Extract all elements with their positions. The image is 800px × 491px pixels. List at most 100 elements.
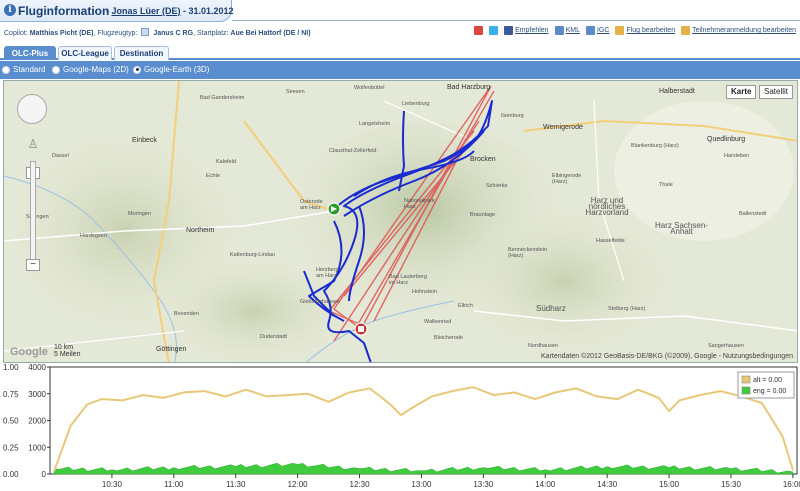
tab-bar: OLC-Plus OLC-League Destination <box>0 44 800 60</box>
edit-flight-link[interactable]: Flug bearbeiten <box>615 26 675 35</box>
view-gearth-option[interactable]: Google-Earth (3D) <box>133 65 209 74</box>
view-gmaps-radio[interactable] <box>52 65 60 74</box>
edit-registration-label: Teilnehmeranmeldung bearbeiten <box>692 27 796 34</box>
x-axis-label: 14:30 <box>597 480 618 489</box>
kml-link[interactable]: KML <box>554 26 580 35</box>
copilot-label: Copilot: <box>4 30 28 37</box>
altitude-axis-label: 2000 <box>28 417 46 426</box>
map-place-label: Thale <box>659 182 673 188</box>
x-axis-label: 14:00 <box>535 480 556 489</box>
map-place-label: Nationalpark Harz <box>404 198 435 210</box>
map-place-label: Halberstadt <box>659 88 695 95</box>
pilot-link[interactable]: Jonas Lüer (DE) <box>112 6 181 16</box>
view-standard-label: Standard <box>13 65 46 74</box>
legend-label: alt = 0.00 <box>753 377 782 384</box>
info-icon: i <box>4 4 16 16</box>
map-place-label: Kalefeld <box>216 159 236 165</box>
altitude-chart[interactable]: 0.00 0.25 0.50 0.75 1.00 0 1000 2000 3000 4000 10:… <box>0 363 800 491</box>
twitter-icon[interactable] <box>489 26 499 35</box>
map-place-label: Ilsenburg <box>501 113 524 119</box>
tab-olc-plus[interactable]: OLC-Plus <box>4 46 56 60</box>
view-gearth-radio[interactable] <box>133 65 141 74</box>
map-place-label: Herzberg am Harz <box>316 267 339 279</box>
x-axis-label: 13:00 <box>411 480 432 489</box>
map-place-label: Moringen <box>128 211 151 217</box>
map-place-label: Langelsheim <box>359 121 391 127</box>
facebook-icon <box>504 26 514 35</box>
map-region-label: Harz Sachsen-Anhalt <box>655 221 708 236</box>
pencil-icon <box>681 26 691 35</box>
view-gearth-label: Google-Earth (3D) <box>144 65 210 74</box>
map-place-label: Bovenden <box>174 311 199 317</box>
map-place-label: Osterode am Harz <box>300 199 323 211</box>
map-place-label: Bad Gandersheim <box>200 95 245 101</box>
zoom-out-button[interactable]: − <box>26 259 40 271</box>
flight-date: 31.01.2012 <box>188 6 234 16</box>
x-axis-label: 11:00 <box>164 480 184 489</box>
tab-destination[interactable]: Destination <box>114 46 169 60</box>
map-place-label: Harsleben <box>724 153 750 159</box>
map-place-label: Seesen <box>286 89 305 95</box>
map-place-label: Sangerhausen <box>708 343 744 349</box>
recommend-link[interactable]: Empfehlen <box>504 26 549 35</box>
page-title: Fluginformation <box>18 4 110 18</box>
altitude-axis-label: 0 <box>42 470 47 479</box>
copilot-value: Matthias Picht (DE) <box>29 30 94 37</box>
altitude-chart-svg: 0.00 0.25 0.50 0.75 1.00 0 1000 2000 3000 4000 10:… <box>3 363 800 489</box>
igc-label: IGC <box>596 27 610 34</box>
aircraft-value: Janus C RG <box>153 30 194 37</box>
left-axis-label: 0.50 <box>3 417 19 426</box>
left-axis-label: 0.75 <box>3 390 19 399</box>
x-axis-label: 15:00 <box>659 480 680 489</box>
x-axis-label: 16:00 <box>783 480 800 489</box>
igc-icon <box>585 26 595 35</box>
map-place-label: Benneckenstein (Harz) <box>508 247 548 259</box>
map-region-label: Harz und nördliches Harzvorland <box>585 196 629 217</box>
kml-label: KML <box>565 27 580 34</box>
map-place-label: Katlenburg-Lindau <box>230 252 275 258</box>
map-scale: 10 km 5 Meilen <box>54 344 80 358</box>
map-type-satellite-button[interactable]: Satellit <box>759 85 794 99</box>
view-standard-option[interactable]: Standard <box>2 65 45 74</box>
map-place-label: Wolfenbüttel <box>354 85 385 91</box>
tab-olc-league[interactable]: OLC-League <box>58 46 112 60</box>
flight-meta-left: Copilot: Matthias Picht (DE), Flugzeugty… <box>4 28 311 37</box>
flight-info-page: { "header": { "title": "Fluginformation"… <box>0 0 800 491</box>
map-place-label: Nordhausen <box>528 343 558 349</box>
scale-km: 10 km <box>54 344 74 351</box>
plot-area <box>49 366 798 475</box>
kml-icon <box>554 26 564 35</box>
view-standard-radio[interactable] <box>2 65 10 74</box>
view-gmaps-option[interactable]: Google-Maps (2D) <box>52 65 129 74</box>
title-bar: i Fluginformation - Jonas Lüer (DE) - 31… <box>0 0 800 24</box>
map-place-label: Dassel <box>52 153 69 159</box>
map-copyright[interactable]: Kartendaten ©2012 GeoBasis-DE/BKG (©2009… <box>541 353 793 360</box>
x-axis-label: 11:30 <box>226 480 246 489</box>
glider-icon <box>141 28 150 36</box>
flight-meta: Copilot: Matthias Picht (DE), Flugzeugty… <box>0 26 800 40</box>
zoom-slider[interactable] <box>30 161 36 271</box>
left-axis-label: 0.00 <box>3 470 19 479</box>
edit-registration-link[interactable]: Teilnehmeranmeldung bearbeiten <box>681 26 796 35</box>
map-place-label: Clausthal-Zellerfeld <box>329 148 377 154</box>
left-axis-label: 0.25 <box>3 443 19 452</box>
view-gmaps-label: Google-Maps (2D) <box>63 65 129 74</box>
altitude-axis-label: 3000 <box>28 390 46 399</box>
map-place-label: Wernigerode <box>543 124 583 131</box>
map-place-label: Hohnstein <box>412 289 437 295</box>
legend-swatch <box>741 375 751 384</box>
flight-map[interactable]: Bad Harzburg Ilsenburg Wernigerode Halbe… <box>3 80 798 363</box>
map-place-label: Ballenstedt <box>739 211 767 217</box>
aircraft-label: Flugzeugtyp: <box>97 30 138 37</box>
edit-flight-label: Flug bearbeiten <box>626 27 676 34</box>
map-type-map-button[interactable]: Karte <box>726 85 757 99</box>
map-place-label: Brocken <box>470 156 496 163</box>
igc-link[interactable]: IGC <box>585 26 610 35</box>
map-place-label: Quedlinburg <box>707 136 746 143</box>
pegman-icon[interactable]: ♙ <box>25 137 41 155</box>
share-icon[interactable] <box>474 26 484 35</box>
google-logo: Google <box>10 346 48 358</box>
map-place-label: Bleicherode <box>434 335 464 341</box>
map-pan-control[interactable] <box>17 94 47 124</box>
map-place-label: Northeim <box>186 227 215 234</box>
